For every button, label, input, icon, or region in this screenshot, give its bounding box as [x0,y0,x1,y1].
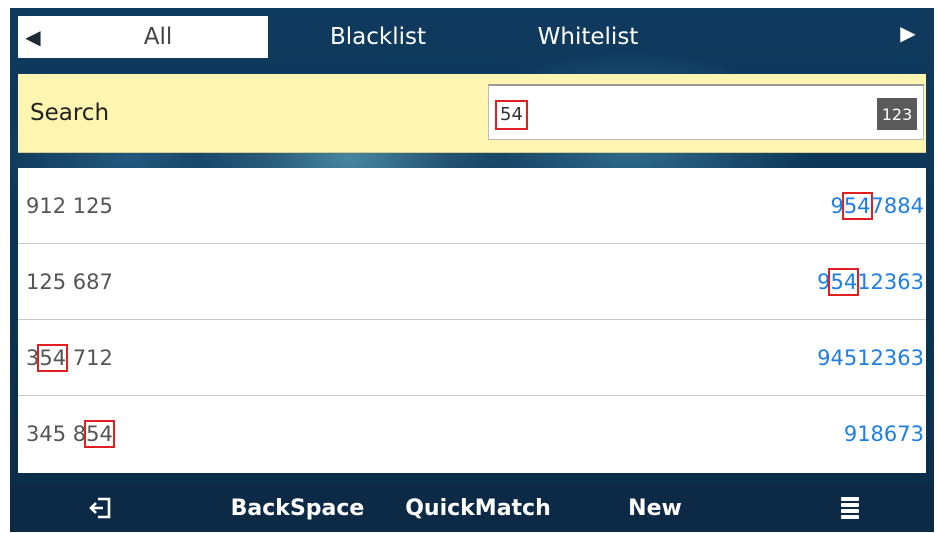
contact-name: 912 125 [26,193,113,218]
menu-softkey[interactable] [800,484,900,532]
new-softkey[interactable]: New [605,484,705,532]
menu-icon [841,497,859,519]
search-label: Search [30,100,110,126]
contact-list: 912 125 9 54 7884 125 687 9 54 12363 3 54 712… [18,168,926,473]
tab-blacklist[interactable]: Blacklist [268,16,488,58]
contact-name: 3 54 712 [26,343,113,372]
match-highlight: 54 [828,267,860,296]
contact-number: 918673 [843,421,924,446]
phone-screen: ◀ All Blacklist Whitelist ▶ Search 54 12… [10,8,934,532]
search-input[interactable]: 54 123 [488,84,924,140]
contact-number: 9 54 12363 [817,267,924,296]
backspace-softkey[interactable]: BackSpace [210,484,385,532]
contact-name: 345 8 54 [26,419,115,448]
search-row: Search 54 123 [18,74,926,153]
back-softkey[interactable] [50,484,150,532]
tab-bar: ◀ All Blacklist Whitelist ▶ [10,8,934,58]
tab-whitelist[interactable]: Whitelist [488,16,688,58]
arrow-left-icon[interactable]: ◀ [18,16,48,58]
contact-name: 125 687 [26,269,113,294]
match-highlight: 54 [84,419,115,448]
arrow-right-icon[interactable]: ▶ [888,8,928,58]
list-item[interactable]: 125 687 9 54 12363 [18,244,926,320]
quickmatch-softkey[interactable]: QuickMatch [388,484,568,532]
tab-all[interactable]: All [48,16,268,58]
list-item[interactable]: 3 54 712 94512363 [18,320,926,396]
list-item[interactable]: 912 125 9 54 7884 [18,168,926,244]
contact-number: 94512363 [817,345,924,370]
softkey-bar: BackSpace QuickMatch New [10,484,934,532]
search-input-value: 54 [495,100,528,130]
exit-icon [89,497,111,519]
match-highlight: 54 [841,191,873,220]
contact-number: 9 54 7884 [830,191,924,220]
match-highlight: 54 [37,343,69,372]
input-mode-badge[interactable]: 123 [877,98,917,130]
list-item[interactable]: 345 8 54 918673 [18,396,926,471]
